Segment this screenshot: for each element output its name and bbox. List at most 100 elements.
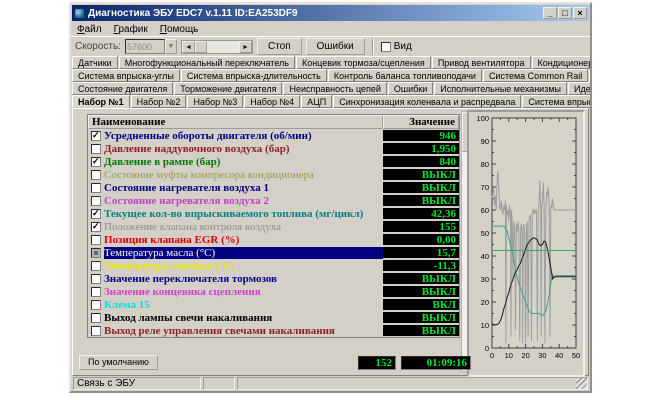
tab-синхронизация-коленвала-и-распредвала[interactable]: Синхронизация коленвала и распредвала bbox=[333, 95, 521, 108]
tab-датчики[interactable]: Датчики bbox=[72, 56, 118, 69]
tab-неисправность-цепей[interactable]: Неисправность цепей bbox=[283, 82, 386, 95]
row-checkbox[interactable] bbox=[91, 300, 101, 310]
tab-система-впрыска-длительность[interactable]: Система впрыска-длительность bbox=[181, 69, 327, 82]
tab-состояние-двигателя[interactable]: Состояние двигателя bbox=[72, 82, 173, 95]
tab-педаль-акселератора[interactable]: Педаль акселератора bbox=[589, 69, 590, 82]
errors-button[interactable]: Ошибки bbox=[306, 38, 365, 55]
table-row[interactable]: Усредненные обороты двигателя (об/мин)94… bbox=[88, 129, 459, 142]
tab-привод-вентилятора[interactable]: Привод вентилятора bbox=[432, 56, 531, 69]
combo-dropdown-icon[interactable]: ▼ bbox=[165, 39, 177, 54]
param-label: Значение переключателя тормозов bbox=[104, 273, 383, 285]
scroll-track[interactable] bbox=[207, 41, 239, 53]
row-checkbox[interactable] bbox=[91, 183, 101, 193]
svg-text:90: 90 bbox=[481, 137, 489, 146]
chart-svg: 010203040500102030405060708090100 bbox=[469, 112, 581, 371]
svg-text:50: 50 bbox=[572, 351, 580, 360]
svg-text:40: 40 bbox=[555, 351, 563, 360]
param-value: 42,36 bbox=[383, 208, 459, 220]
minimize-button[interactable]: _ bbox=[543, 7, 557, 19]
view-checkbox-label: Вид bbox=[394, 41, 412, 52]
table-row[interactable]: Выход реле управления свечами накаливани… bbox=[88, 324, 459, 337]
param-value: ВЫКЛ bbox=[383, 312, 459, 324]
title-bar[interactable]: Диагностика ЭБУ EDC7 v.1.11 ID:EA253DF9 … bbox=[72, 5, 589, 21]
frame-counter: 152 bbox=[358, 356, 396, 370]
resize-grip[interactable] bbox=[576, 378, 587, 389]
header-name[interactable]: Наименование bbox=[88, 115, 383, 129]
row-checkbox[interactable] bbox=[91, 274, 101, 284]
tab-система-common-rail[interactable]: Система Common Rail bbox=[483, 69, 588, 82]
tab-row-3: Состояние двигателяТорможение двигателяН… bbox=[71, 82, 590, 95]
table-row[interactable]: Температура масла (°C)15,7 bbox=[88, 246, 459, 259]
tab-контроль-баланса-топливоподачи[interactable]: Контроль баланса топливоподачи bbox=[328, 69, 482, 82]
chart-panel: 010203040500102030405060708090100 bbox=[467, 110, 585, 377]
table-row[interactable]: Давление наддувочного воздуха (бар)1,950 bbox=[88, 142, 459, 155]
tab-row-4: Набор №1Набор №2Набор №3Набор №4АЦПСинхр… bbox=[71, 95, 590, 108]
row-checkbox[interactable] bbox=[91, 326, 101, 336]
tab-система-впрыска-количество[interactable]: Система впрыска-количество bbox=[522, 95, 590, 108]
row-checkbox[interactable] bbox=[91, 313, 101, 323]
speed-combobox[interactable] bbox=[125, 39, 165, 54]
tab-набор-4[interactable]: Набор №4 bbox=[244, 95, 300, 108]
status-connection: Связь с ЭБУ bbox=[73, 377, 201, 390]
table-row[interactable]: Температура топлива (°C)-11,3 bbox=[88, 259, 459, 272]
row-checkbox[interactable] bbox=[91, 287, 101, 297]
speed-scrollbar[interactable]: ◄ ► bbox=[181, 40, 253, 54]
param-value: ВЫКЛ bbox=[383, 273, 459, 285]
tab-кондиционер[interactable]: Кондиционер bbox=[532, 56, 590, 69]
param-value: ВКЛ bbox=[383, 299, 459, 311]
menu-graph[interactable]: График bbox=[114, 24, 148, 35]
table-row[interactable]: Текущее кол-во впрыскиваемого топлива (м… bbox=[88, 207, 459, 220]
tab-многофункциональный-переключатель[interactable]: Многофункциональный переключатель bbox=[119, 56, 295, 69]
svg-text:100: 100 bbox=[476, 114, 489, 123]
scroll-left-icon[interactable]: ◄ bbox=[182, 41, 195, 53]
default-button[interactable]: По умолчанию bbox=[79, 355, 158, 370]
svg-text:50: 50 bbox=[481, 229, 489, 238]
tab-ошибки[interactable]: Ошибки bbox=[388, 82, 433, 95]
view-checkbox[interactable] bbox=[381, 42, 391, 52]
stop-button[interactable]: Стоп bbox=[257, 38, 302, 55]
svg-text:30: 30 bbox=[481, 275, 489, 284]
row-checkbox[interactable] bbox=[91, 235, 101, 245]
row-checkbox[interactable] bbox=[91, 222, 101, 232]
row-checkbox[interactable] bbox=[91, 248, 101, 258]
row-checkbox[interactable] bbox=[91, 196, 101, 206]
tab-система-впрыска-углы[interactable]: Система впрыска-углы bbox=[72, 69, 180, 82]
table-row[interactable]: Клема 15ВКЛ bbox=[88, 298, 459, 311]
tab-торможение-двигателя[interactable]: Торможение двигателя bbox=[174, 82, 282, 95]
row-checkbox[interactable] bbox=[91, 209, 101, 219]
tab-набор-3[interactable]: Набор №3 bbox=[187, 95, 243, 108]
table-row[interactable]: Состояние нагревателя воздуха 2ВЫКЛ bbox=[88, 194, 459, 207]
row-checkbox[interactable] bbox=[91, 144, 101, 154]
svg-text:10: 10 bbox=[481, 321, 489, 330]
maximize-button[interactable]: □ bbox=[558, 7, 572, 19]
header-value[interactable]: Значение bbox=[383, 115, 459, 129]
table-row[interactable]: Значение переключателя тормозовВЫКЛ bbox=[88, 272, 459, 285]
tab-ацп[interactable]: АЦП bbox=[301, 95, 332, 108]
table-row[interactable]: Состояние муфты компресора кондиционераВ… bbox=[88, 168, 459, 181]
status-bar: Связь с ЭБУ bbox=[71, 376, 590, 391]
table-row[interactable]: Выход лампы свечи накаливанияВЫКЛ bbox=[88, 311, 459, 324]
toolbar: Скорость: ▼ ◄ ► Стоп Ошибки Вид bbox=[71, 36, 590, 56]
table-row[interactable]: Позиция клапана EGR (%)0,00 bbox=[88, 233, 459, 246]
tab-идентификация[interactable]: Идентификация bbox=[568, 82, 590, 95]
close-button[interactable]: × bbox=[573, 7, 587, 19]
param-label: Давление наддувочного воздуха (бар) bbox=[104, 143, 383, 155]
tab-набор-1[interactable]: Набор №1 bbox=[72, 95, 130, 108]
row-checkbox[interactable] bbox=[91, 131, 101, 141]
row-checkbox[interactable] bbox=[91, 170, 101, 180]
table-row[interactable]: Значение концевика сцепленияВЫКЛ bbox=[88, 285, 459, 298]
table-row[interactable]: Положение клапана контроля воздуха155 bbox=[88, 220, 459, 233]
param-label: Состояние нагревателя воздуха 2 bbox=[104, 195, 383, 207]
scroll-right-icon[interactable]: ► bbox=[239, 41, 252, 53]
table-row[interactable]: Давление в рампе (бар)840 bbox=[88, 155, 459, 168]
tab-page-content: Наименование Значение Усредненные оборот… bbox=[72, 108, 589, 376]
row-checkbox[interactable] bbox=[91, 157, 101, 167]
tab-исполнительные-механизмы[interactable]: Исполнительные механизмы bbox=[434, 82, 567, 95]
menu-help[interactable]: Помощь bbox=[160, 24, 199, 35]
scroll-thumb[interactable] bbox=[195, 41, 207, 53]
tab-набор-2[interactable]: Набор №2 bbox=[131, 95, 187, 108]
table-row[interactable]: Состояние нагревателя воздуха 1ВЫКЛ bbox=[88, 181, 459, 194]
menu-file[interactable]: Файл bbox=[77, 24, 102, 35]
row-checkbox[interactable] bbox=[91, 261, 101, 271]
tab-концевик-тормоза-сцепления[interactable]: Концевик тормоза/сцепления bbox=[296, 56, 431, 69]
